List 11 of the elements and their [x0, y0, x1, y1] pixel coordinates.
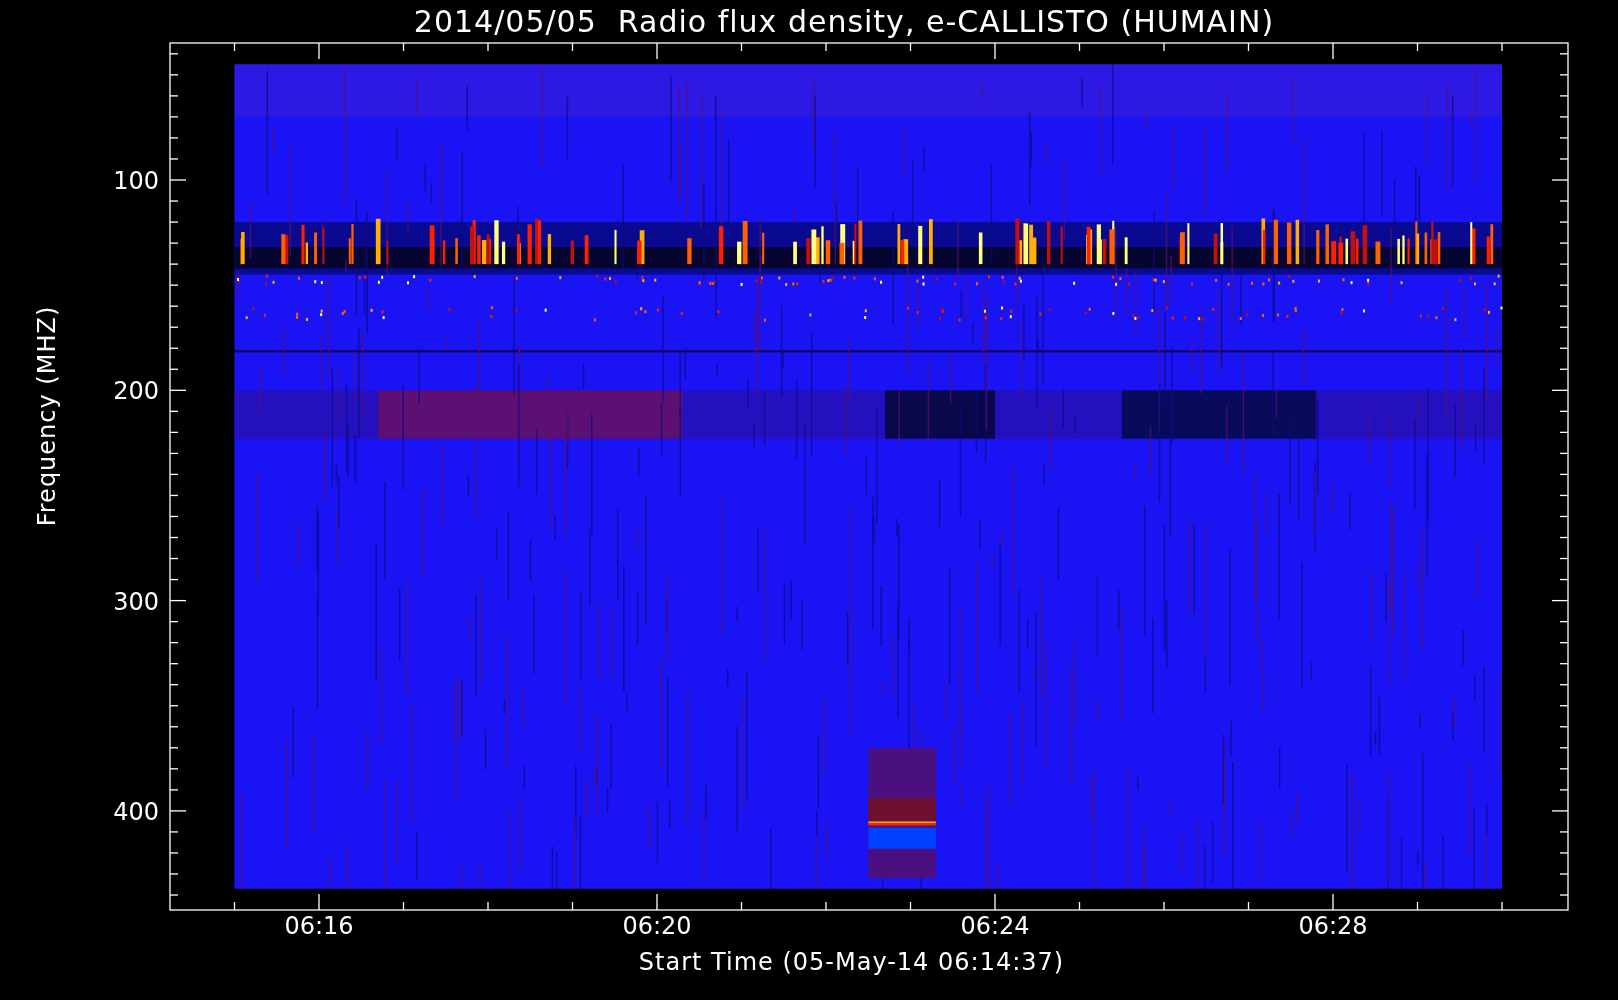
x-tick-label: 06:24: [960, 912, 1030, 940]
y-tick-label: 100: [113, 167, 159, 195]
y-tick-label: 200: [113, 377, 159, 406]
x-axis-label: Start Time (05-May-14 06:14:37): [638, 948, 1065, 976]
x-tick-label: 06:20: [622, 912, 692, 940]
y-axis-label: Frequency (MHZ): [33, 305, 62, 527]
chart-title: 2014/05/05 Radio flux density, e-CALLISTO (HUMAIN): [413, 3, 1275, 39]
y-tick-label: 400: [113, 797, 159, 826]
x-tick-label: 06:16: [284, 912, 354, 940]
x-tick-label: 06:28: [1298, 912, 1368, 940]
y-tick-label: 300: [113, 587, 159, 616]
